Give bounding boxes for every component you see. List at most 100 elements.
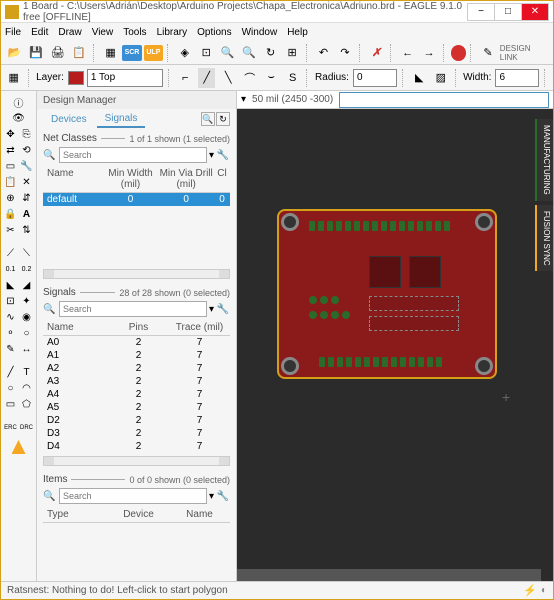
th-pins[interactable]: Pins	[108, 322, 169, 333]
zoom-in-icon[interactable]: 🔍	[218, 43, 237, 63]
signal-row[interactable]: A327	[43, 375, 230, 388]
move-tool-icon[interactable]: ✥	[3, 127, 18, 142]
menu-view[interactable]: View	[92, 27, 114, 38]
attribute-tool-icon[interactable]: ✎	[3, 342, 18, 357]
route-tool-icon[interactable]: ⟋	[3, 246, 18, 261]
pcb-board[interactable]	[277, 209, 497, 379]
signal-tool-icon[interactable]: ⚬	[3, 326, 18, 341]
dimension-tool-icon[interactable]: ↔	[19, 342, 34, 357]
signal-row[interactable]: A427	[43, 388, 230, 401]
replace-tool-icon[interactable]: ⇵	[19, 191, 34, 206]
signal-row[interactable]: A127	[43, 349, 230, 362]
text-tool-icon[interactable]: T	[19, 365, 34, 380]
netclass-row[interactable]: default 0 0 0	[43, 193, 230, 206]
copy-tool-icon[interactable]: ⎘	[19, 127, 34, 142]
th-name[interactable]: Name	[43, 322, 108, 333]
signal-row[interactable]: A027	[43, 336, 230, 349]
board-canvas[interactable]: + MANUFACTURING FUSION SYNC	[237, 109, 553, 581]
redraw-icon[interactable]: ↻	[261, 43, 280, 63]
chevron-down-icon[interactable]: ▾	[209, 304, 214, 315]
signal-row[interactable]: A227	[43, 362, 230, 375]
rect-tool-icon[interactable]: ▭	[3, 397, 18, 412]
wire-bend-3-icon[interactable]: ⌒	[241, 68, 259, 88]
meander-tool-icon[interactable]: ∿	[3, 310, 18, 325]
change-tool-icon[interactable]: 🔧	[19, 159, 34, 174]
th-type[interactable]: Type	[43, 509, 108, 520]
schematic-icon[interactable]: ▦	[101, 43, 120, 63]
circle-tool-icon[interactable]: ○	[3, 381, 18, 396]
mirror-tool-icon[interactable]: ⇄	[3, 143, 18, 158]
tab-fusion-sync[interactable]: FUSION SYNC	[535, 205, 553, 272]
radius-input[interactable]	[353, 69, 397, 87]
add-tool-icon[interactable]: ⊕	[3, 191, 18, 206]
grid-menu-icon[interactable]: ▾	[241, 94, 246, 105]
signals-search-input[interactable]	[59, 301, 207, 317]
wrench-icon[interactable]: 🔧	[216, 304, 230, 315]
forward-icon[interactable]: →	[419, 43, 438, 63]
width-input[interactable]	[495, 69, 539, 87]
layer-select[interactable]	[87, 69, 163, 87]
script-button[interactable]: SCR	[122, 45, 141, 61]
menu-options[interactable]: Options	[197, 27, 231, 38]
th-cl[interactable]: Cl	[214, 168, 230, 190]
wrench-icon[interactable]: 🔧	[216, 491, 230, 502]
manager-icon[interactable]: ✎	[478, 43, 497, 63]
hole-tool-icon[interactable]: ○	[19, 326, 34, 341]
print-icon[interactable]: 🖨	[48, 43, 67, 63]
via-tool-icon[interactable]: ◉	[19, 310, 34, 325]
tab-devices[interactable]: Devices	[43, 112, 95, 127]
th-device[interactable]: Device	[108, 509, 169, 520]
zoom-out-icon[interactable]: 🔍	[239, 43, 258, 63]
menu-tools[interactable]: Tools	[123, 27, 146, 38]
tab-signals[interactable]: Signals	[97, 111, 146, 128]
ripup-tool-icon[interactable]: ⟍	[19, 246, 34, 261]
wire-bend-0-icon[interactable]: ⌐	[176, 68, 194, 88]
arc-tool-icon[interactable]: ◠	[19, 381, 34, 396]
menu-file[interactable]: File	[5, 27, 21, 38]
wire-bend-2-icon[interactable]: ╲	[219, 68, 237, 88]
zoom-select-icon[interactable]: ⊞	[282, 43, 301, 63]
canvas-scrollbar-h[interactable]	[237, 569, 541, 581]
wire-bend-1-icon[interactable]: ╱	[198, 68, 216, 88]
tab-manufacturing[interactable]: MANUFACTURING	[535, 119, 553, 201]
menu-window[interactable]: Window	[242, 27, 278, 38]
cam-icon[interactable]: 📋	[69, 43, 88, 63]
miter-icon[interactable]: ◣	[411, 68, 429, 88]
name-tool-icon[interactable]: A	[19, 207, 34, 222]
delete-tool-icon[interactable]: ✕	[19, 175, 34, 190]
menu-help[interactable]: Help	[287, 27, 308, 38]
split-tool-icon[interactable]: ✂	[3, 223, 18, 238]
netclasses-search-input[interactable]	[59, 147, 207, 163]
th-name[interactable]: Name	[169, 509, 230, 520]
erc-tool-icon[interactable]: ERC	[3, 420, 18, 435]
th-trace[interactable]: Trace (mil)	[169, 322, 230, 333]
line-tool-icon[interactable]: ╱	[3, 365, 18, 380]
redo-icon[interactable]: ↷	[335, 43, 354, 63]
cancel-icon[interactable]: ✗	[367, 43, 386, 63]
scrollbar-h[interactable]	[43, 456, 230, 466]
command-input[interactable]	[339, 92, 549, 108]
wire-bend-5-icon[interactable]: S	[284, 68, 302, 88]
navigate-icon[interactable]: ◈	[175, 43, 194, 63]
paste-tool-icon[interactable]: 📋	[3, 175, 18, 190]
optimize-tool-icon[interactable]: ⊡	[3, 294, 18, 309]
fanout-tool-icon[interactable]: ✦	[19, 294, 34, 309]
filter-icon[interactable]: 🔍	[201, 112, 215, 126]
wrench-icon[interactable]: 🔧	[216, 150, 230, 161]
th-mindrill[interactable]: Min Via Drill (mil)	[158, 168, 214, 190]
lock-tool-icon[interactable]: 🔒	[3, 207, 18, 222]
design-link-label[interactable]: DESIGN LINK	[500, 44, 549, 62]
errors-icon[interactable]	[12, 440, 26, 454]
close-button[interactable]: ✕	[521, 3, 549, 21]
menu-draw[interactable]: Draw	[58, 27, 81, 38]
minimize-button[interactable]: −	[467, 3, 495, 21]
fill-icon[interactable]: ▨	[432, 68, 450, 88]
show-tool-icon[interactable]: 👁	[4, 111, 34, 126]
maximize-button[interactable]: □	[494, 3, 522, 21]
chevron-down-icon[interactable]: ▾	[209, 491, 214, 502]
info-tool-icon[interactable]: ⓘ	[4, 95, 34, 110]
th-name[interactable]: Name	[43, 168, 103, 190]
menu-edit[interactable]: Edit	[31, 27, 48, 38]
pinswap-tool-icon[interactable]: ⇅	[19, 223, 34, 238]
items-search-input[interactable]	[59, 488, 207, 504]
